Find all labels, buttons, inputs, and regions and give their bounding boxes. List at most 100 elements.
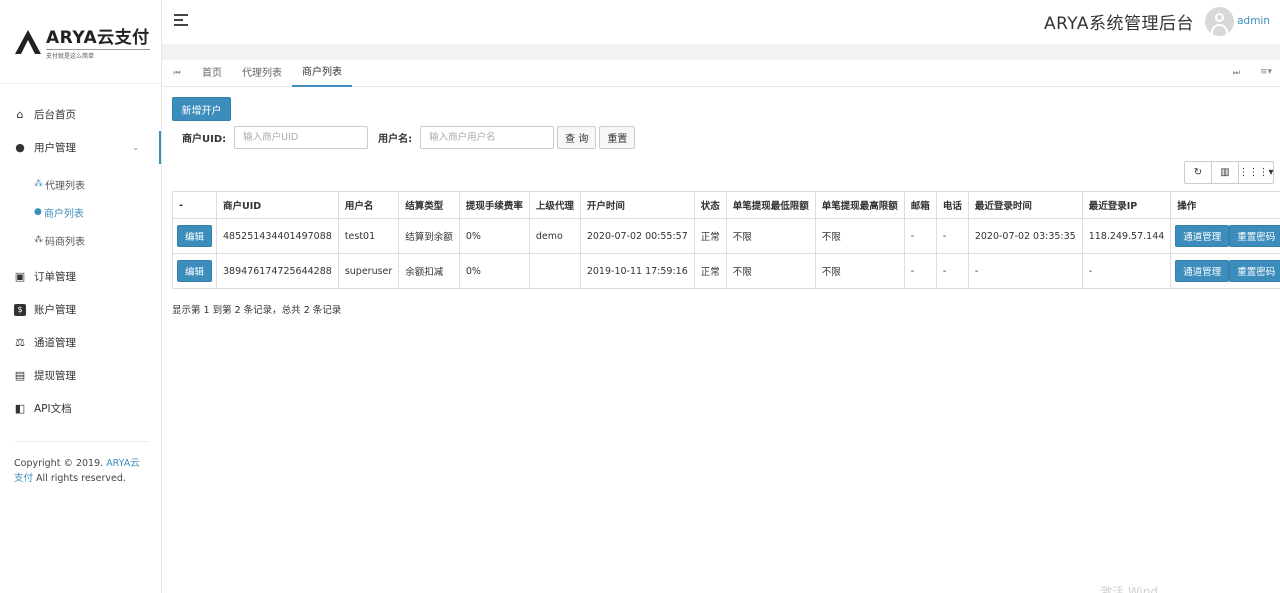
column-header: 操作 [1170, 191, 1280, 219]
copyright: Copyright © 2019. ARYA云支付 All rights res… [14, 441, 149, 486]
edit-cell: 编辑 [171, 218, 218, 254]
settle-type-cell: 结算到余额 [398, 218, 460, 254]
chevron-down-icon: ⌄ [132, 143, 139, 152]
order-icon: ▣ [14, 270, 26, 283]
withdraw-icon: ▤ [14, 369, 26, 382]
parent-agent-cell [528, 253, 581, 289]
fee-rate-cell: 0% [458, 253, 530, 289]
column-header: 邮箱 [903, 191, 937, 219]
column-header: 提现手续费率 [458, 191, 530, 219]
last-login-time-cell: 2020-07-02 03:35:35 [967, 218, 1083, 254]
edit-button[interactable]: 编辑 [177, 225, 213, 247]
sidebar-subitem-code-merchant-list[interactable]: ⁂ 码商列表 [0, 226, 161, 254]
header-divider [162, 44, 1280, 60]
sidebar-item-dashboard[interactable]: ⌂ 后台首页 [0, 98, 161, 131]
last-login-time-cell: - [967, 253, 1083, 289]
sidebar-item-label: 后台首页 [34, 109, 76, 121]
logo-mountain-icon [15, 29, 41, 54]
home-icon: ⌂ [16, 108, 24, 121]
tab-scroll-right-icon[interactable]: ⏭ [1233, 68, 1240, 78]
channel-manage-button[interactable]: 通道管理 [1175, 260, 1230, 282]
copyright-suffix: All rights reserved. [33, 473, 126, 484]
column-header: 状态 [693, 191, 727, 219]
sidebar-item-label: 订单管理 [34, 271, 76, 283]
tab-agent-list[interactable]: 代理列表 [232, 60, 292, 87]
edit-cell: 编辑 [171, 253, 218, 289]
table-row: 编辑 389476174725644288 superuser 余额扣减 0% … [171, 253, 1280, 289]
add-account-button[interactable]: 新增开户 [172, 97, 231, 121]
menu-toggle-icon[interactable] [174, 14, 188, 29]
sidebar-item-label: 账户管理 [34, 304, 76, 316]
merchant-table: - 商户UID 用户名 结算类型 提现手续费率 上级代理 开户时间 状态 单笔提… [171, 191, 1280, 289]
sidebar-item-orders[interactable]: ▣ 订单管理 [0, 260, 161, 293]
column-header: 商户UID [216, 191, 339, 219]
query-button[interactable]: 查 询 [557, 126, 597, 149]
logo-subtitle: 支付就是这么简单 [46, 49, 150, 60]
column-header: 开户时间 [579, 191, 695, 219]
fee-rate-cell: 0% [458, 218, 530, 254]
tab-merchant-list[interactable]: 商户列表 [292, 60, 352, 87]
sidebar-item-label: 提现管理 [34, 370, 76, 382]
column-header: 最近登录IP [1081, 191, 1172, 219]
min-limit-cell: 不限 [725, 218, 816, 254]
min-limit-cell: 不限 [725, 253, 816, 289]
sidebar-item-withdrawals[interactable]: ▤ 提现管理 [0, 359, 161, 392]
sidebar: ARYA云支付 支付就是这么简单 ⌂ 后台首页 ● 用户管理 ⌄ ⁂ 代理列表 … [0, 0, 162, 593]
sidebar-item-user-management[interactable]: ● 用户管理 ⌄ [0, 131, 161, 164]
merchant-username-input[interactable] [420, 126, 555, 149]
sidebar-item-channels[interactable]: ⚖ 通道管理 [0, 326, 161, 359]
open-time-cell: 2019-10-11 17:59:16 [579, 253, 695, 289]
status-cell: 正常 [693, 253, 727, 289]
sidebar-item-label: 通道管理 [34, 337, 76, 349]
tab-scroll-left-icon[interactable]: ⏮ [162, 68, 192, 78]
logo-title: ARYA云支付 [46, 28, 150, 48]
sidebar-item-accounts[interactable]: $ 账户管理 [0, 293, 161, 326]
users-icon: ⁂ [34, 179, 43, 189]
user-icon: ● [15, 141, 25, 154]
toggle-view-icon[interactable]: ▥ [1211, 161, 1239, 184]
user-icon: ● [34, 207, 42, 217]
column-header: 电话 [935, 191, 969, 219]
open-time-cell: 2020-07-02 00:55:57 [579, 218, 695, 254]
uid-cell: 389476174725644288 [216, 253, 339, 289]
phone-cell: - [935, 253, 969, 289]
table-header-row: - 商户UID 用户名 结算类型 提现手续费率 上级代理 开户时间 状态 单笔提… [171, 191, 1280, 219]
channel-manage-button[interactable]: 通道管理 [1175, 225, 1230, 247]
email-cell: - [903, 253, 937, 289]
column-header: - [171, 191, 218, 219]
edit-button[interactable]: 编辑 [177, 260, 213, 282]
column-header: 单笔提现最高限额 [814, 191, 905, 219]
sidebar-subitem-agent-list[interactable]: ⁂ 代理列表 [0, 170, 161, 198]
phone-cell: - [935, 218, 969, 254]
logo[interactable]: ARYA云支付 支付就是这么简单 [0, 0, 161, 84]
column-header: 单笔提现最低限额 [725, 191, 816, 219]
tab-home[interactable]: 首页 [192, 60, 232, 87]
tab-menu-icon[interactable]: ≡▾ [1260, 67, 1272, 77]
refresh-icon[interactable]: ↻ [1184, 161, 1212, 184]
reset-password-button[interactable]: 重置密码 [1229, 225, 1280, 247]
pagination-summary: 显示第 1 到第 2 条记录，总共 2 条记录 [172, 305, 342, 316]
username-label: 用户名: [378, 134, 413, 145]
os-activation-watermark: 激活 Wind [1100, 585, 1158, 593]
avatar[interactable] [1205, 7, 1234, 36]
actions-cell: 通道管理 重置密码 [1170, 253, 1280, 289]
column-header: 结算类型 [398, 191, 460, 219]
parent-agent-cell: demo [528, 218, 581, 254]
sidebar-subitem-merchant-list[interactable]: ● 商户列表 [0, 198, 161, 226]
sidebar-subitem-label: 码商列表 [45, 236, 85, 248]
columns-dropdown-icon[interactable]: ⋮⋮⋮▾ [1238, 161, 1274, 184]
sidebar-item-api-docs[interactable]: ◧ API文档 [0, 392, 161, 425]
uid-cell: 485251434401497088 [216, 218, 339, 254]
copyright-prefix: Copyright © 2019. [14, 458, 107, 469]
table-row: 编辑 485251434401497088 test01 结算到余额 0% de… [171, 218, 1280, 254]
user-menu-link[interactable]: admin [1237, 15, 1270, 27]
last-login-ip-cell: - [1081, 253, 1172, 289]
api-doc-icon: ◧ [14, 402, 26, 415]
merchant-uid-input[interactable] [234, 126, 369, 149]
tab-bar: ⏮ 首页 代理列表 商户列表 ⏭ ≡▾ [162, 60, 1280, 87]
table-tools: ↻ ▥ ⋮⋮⋮▾ [1184, 161, 1274, 184]
search-form: 商户UID: 用户名: 查 询 重置 [182, 126, 638, 149]
channel-icon: ⚖ [15, 336, 25, 349]
reset-button[interactable]: 重置 [599, 126, 636, 149]
reset-password-button[interactable]: 重置密码 [1229, 260, 1280, 282]
